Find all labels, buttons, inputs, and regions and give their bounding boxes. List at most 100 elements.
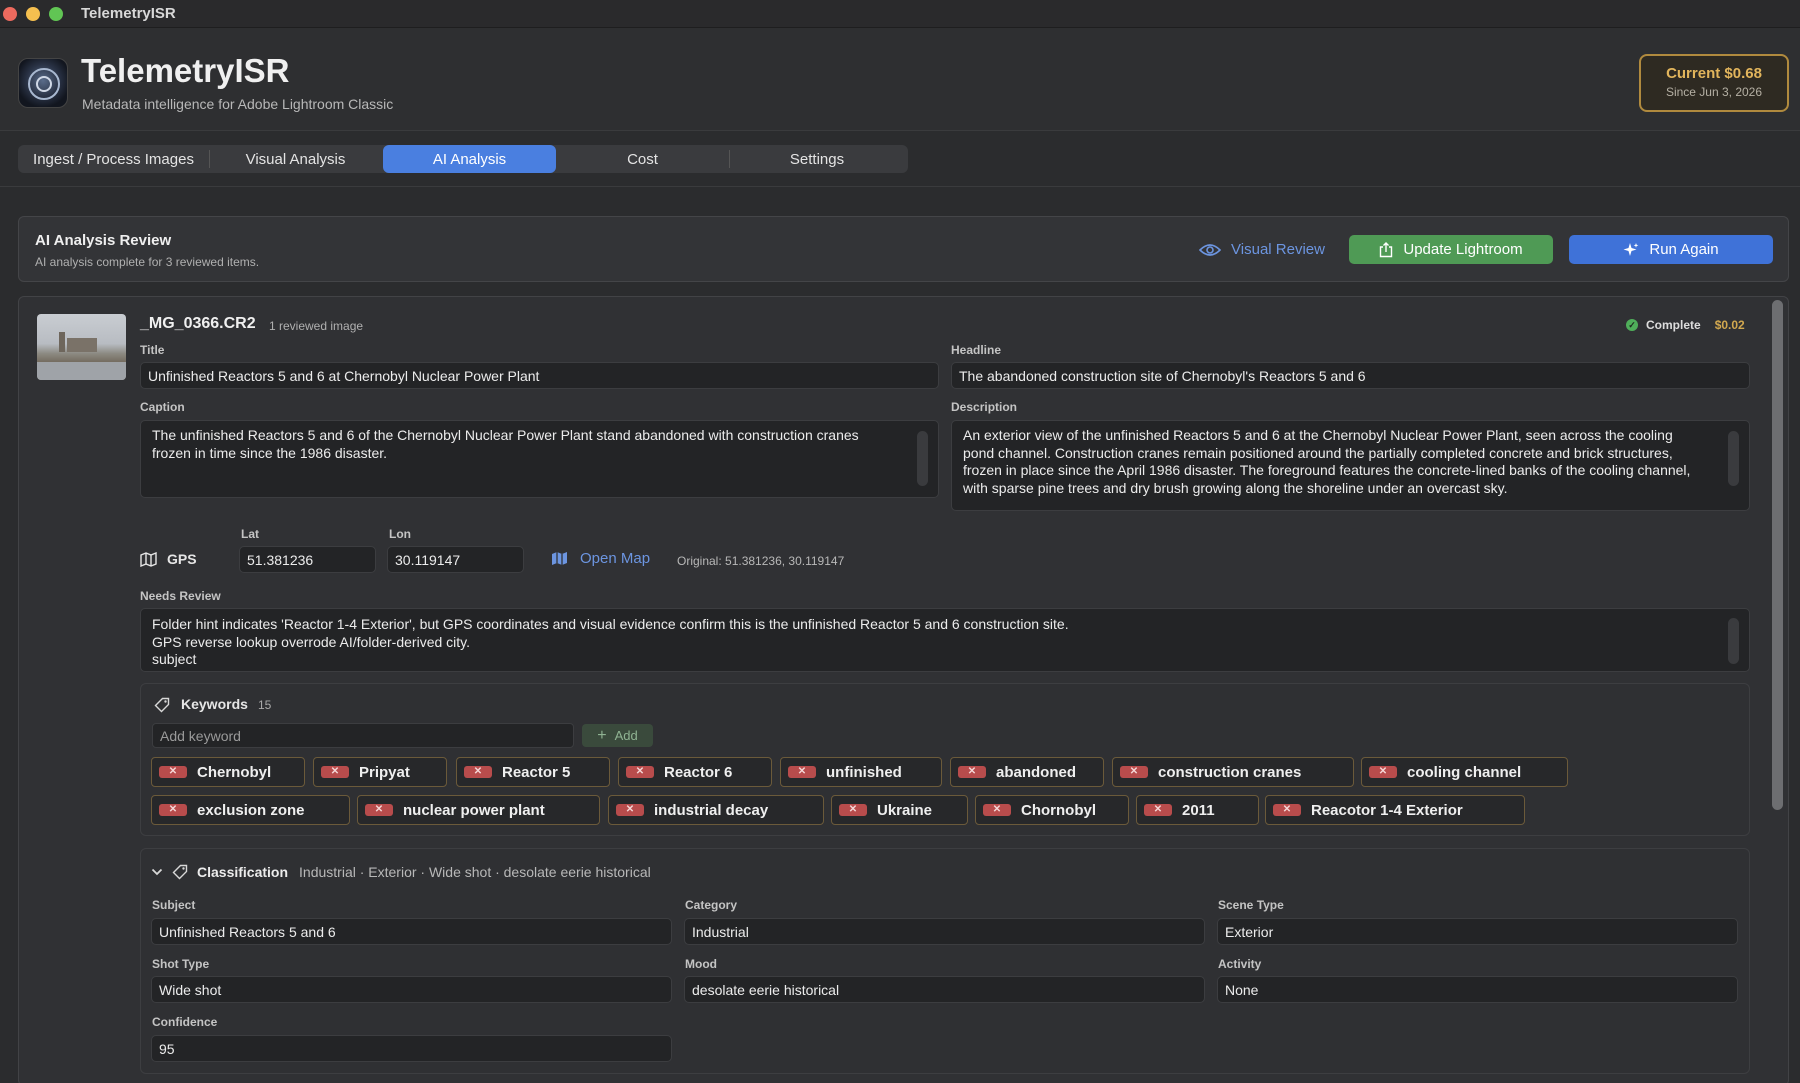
app-subtitle: Metadata intelligence for Adobe Lightroo… <box>82 96 394 112</box>
activity-label: Activity <box>1218 957 1262 971</box>
status-badge: ✓ Complete $0.02 <box>1626 318 1745 332</box>
close-icon[interactable]: ✕ <box>616 804 644 816</box>
classification-header[interactable]: Classification Industrial · Exterior · W… <box>151 864 651 880</box>
category-label: Category <box>685 898 738 912</box>
update-lightroom-button[interactable]: Update Lightroom <box>1349 235 1553 264</box>
description-textarea[interactable]: An exterior view of the unfinished React… <box>951 420 1750 511</box>
keyword-label: Chernobyl <box>197 763 272 781</box>
keyword-chip[interactable]: ✕ industrial decay <box>608 795 824 825</box>
needs-review-textarea[interactable]: Folder hint indicates 'Reactor 1-4 Exter… <box>140 608 1750 672</box>
close-icon[interactable]: ✕ <box>839 804 867 816</box>
export-icon <box>1380 241 1393 257</box>
caption-text: The unfinished Reactors 5 and 6 of the C… <box>152 427 859 461</box>
current-cost-badge[interactable]: Current $0.68 Since Jun 3, 2026 <box>1639 54 1789 112</box>
open-map-button[interactable]: Open Map <box>551 550 650 567</box>
headline-field[interactable]: The abandoned construction site of Chern… <box>951 362 1750 389</box>
tab-ingest[interactable]: Ingest / Process Images <box>18 145 209 173</box>
keyword-chip[interactable]: ✕ Pripyat <box>313 757 447 787</box>
activity-field[interactable]: None <box>1217 976 1738 1003</box>
add-keyword-input[interactable]: Add keyword <box>152 723 574 748</box>
traffic-lights <box>3 6 63 21</box>
reviewed-count: 1 reviewed image <box>269 319 364 333</box>
close-icon[interactable]: ✕ <box>365 804 393 816</box>
close-icon[interactable]: ✕ <box>983 804 1011 816</box>
open-map-label: Open Map <box>580 550 651 567</box>
main-tab-bar: Ingest / Process Images Visual Analysis … <box>18 145 908 173</box>
classification-summary: Industrial · Exterior · Wide shot · deso… <box>299 864 651 880</box>
keyword-label: abandoned <box>996 763 1077 781</box>
headline-label: Headline <box>951 343 1002 357</box>
keywords-count: 15 <box>258 698 272 712</box>
keyword-chip[interactable]: ✕ unfinished <box>780 757 942 787</box>
tab-ai-analysis[interactable]: AI Analysis <box>383 145 556 173</box>
window-title: TelemetryISR <box>81 5 176 22</box>
keyword-label: Reactor 5 <box>502 763 571 781</box>
close-icon[interactable]: ✕ <box>159 766 187 778</box>
scene-type-field[interactable]: Exterior <box>1217 918 1738 945</box>
plus-icon: + <box>597 726 607 744</box>
zoom-window-button[interactable] <box>49 6 63 21</box>
scene-type-label: Scene Type <box>1218 898 1284 912</box>
keyword-chip[interactable]: ✕ 2011 <box>1136 795 1259 825</box>
caption-scrollbar[interactable] <box>917 431 928 486</box>
keyword-chip[interactable]: ✕ Reactor 5 <box>456 757 610 787</box>
keyword-chip[interactable]: ✕ construction cranes <box>1112 757 1354 787</box>
keyword-chip[interactable]: ✕ Reactor 6 <box>618 757 772 787</box>
keyword-chip[interactable]: ✕ Chernobyl <box>151 757 305 787</box>
close-icon[interactable]: ✕ <box>1144 804 1172 816</box>
visual-review-button[interactable]: Visual Review <box>1187 235 1337 264</box>
mood-field[interactable]: desolate eerie historical <box>684 976 1205 1003</box>
close-icon[interactable]: ✕ <box>958 766 986 778</box>
tag-icon <box>172 864 188 880</box>
description-text: An exterior view of the unfinished React… <box>963 427 1691 496</box>
header-divider <box>0 186 1800 187</box>
app-logo-icon <box>18 58 68 108</box>
longitude-field[interactable]: 30.119147 <box>387 546 524 573</box>
tab-cost[interactable]: Cost <box>556 145 729 173</box>
close-icon[interactable]: ✕ <box>464 766 492 778</box>
keywords-title: Keywords <box>181 696 248 712</box>
subject-field[interactable]: Unfinished Reactors 5 and 6 <box>151 918 672 945</box>
keyword-chip[interactable]: ✕ Ukraine <box>831 795 968 825</box>
status-text: Complete <box>1646 318 1701 332</box>
add-keyword-button[interactable]: + Add <box>582 724 653 747</box>
keyword-label: cooling channel <box>1407 763 1522 781</box>
title-field[interactable]: Unfinished Reactors 5 and 6 at Chernobyl… <box>140 362 939 389</box>
keyword-chip[interactable]: ✕ cooling channel <box>1361 757 1568 787</box>
close-icon[interactable]: ✕ <box>626 766 654 778</box>
tab-visual-analysis[interactable]: Visual Analysis <box>210 145 381 173</box>
caption-textarea[interactable]: The unfinished Reactors 5 and 6 of the C… <box>140 420 939 498</box>
close-icon[interactable]: ✕ <box>159 804 187 816</box>
latitude-field[interactable]: 51.381236 <box>239 546 376 573</box>
tab-settings[interactable]: Settings <box>730 145 904 173</box>
close-icon[interactable]: ✕ <box>1120 766 1148 778</box>
keyword-chip[interactable]: ✕ nuclear power plant <box>357 795 600 825</box>
add-keyword-label: Add <box>614 728 638 743</box>
close-window-button[interactable] <box>3 6 17 21</box>
keyword-chip[interactable]: ✕ exclusion zone <box>151 795 350 825</box>
description-label: Description <box>951 400 1018 414</box>
chevron-down-icon[interactable] <box>151 868 163 876</box>
keyword-label: Ukraine <box>877 801 933 819</box>
close-icon[interactable]: ✕ <box>321 766 349 778</box>
run-again-button[interactable]: Run Again <box>1569 235 1773 264</box>
shot-type-field[interactable]: Wide shot <box>151 976 672 1003</box>
category-field[interactable]: Industrial <box>684 918 1205 945</box>
close-icon[interactable]: ✕ <box>1369 766 1397 778</box>
keyword-label: industrial decay <box>654 801 769 819</box>
keyword-chip[interactable]: ✕ Reacotor 1-4 Exterior <box>1265 795 1525 825</box>
keyword-label: construction cranes <box>1158 763 1302 781</box>
run-again-label: Run Again <box>1649 241 1719 258</box>
image-thumbnail[interactable] <box>37 314 126 380</box>
close-icon[interactable]: ✕ <box>1273 804 1301 816</box>
title-label: Title <box>140 343 165 357</box>
needs-review-scrollbar[interactable] <box>1728 618 1739 664</box>
panel-scrollbar[interactable] <box>1772 300 1783 810</box>
close-icon[interactable]: ✕ <box>788 766 816 778</box>
minimize-window-button[interactable] <box>26 6 40 21</box>
item-cost: $0.02 <box>1714 318 1745 332</box>
keyword-chip[interactable]: ✕ abandoned <box>950 757 1104 787</box>
description-scrollbar[interactable] <box>1728 431 1739 486</box>
keyword-chip[interactable]: ✕ Chornobyl <box>975 795 1129 825</box>
confidence-field[interactable]: 95 <box>151 1035 672 1062</box>
